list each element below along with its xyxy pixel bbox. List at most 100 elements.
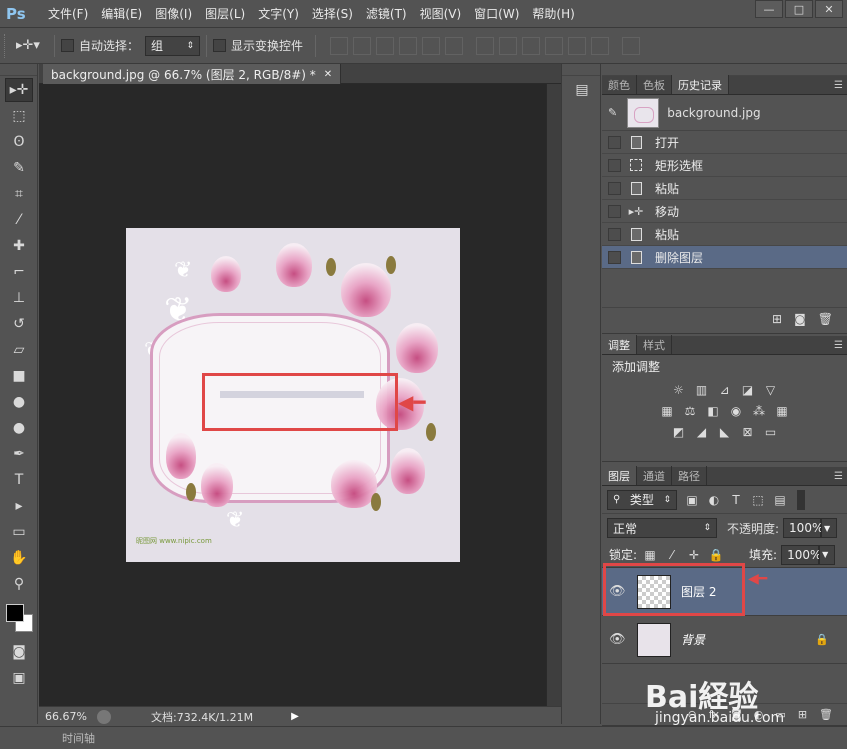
zoom-tool-icon[interactable]: ⚲: [5, 572, 33, 596]
align-left-icon[interactable]: [399, 36, 418, 55]
properties-panel-icon[interactable]: ▤: [569, 82, 595, 104]
clone-stamp-tool-icon[interactable]: ⊥: [5, 286, 33, 310]
restore-button[interactable]: □: [785, 0, 813, 18]
invert-icon[interactable]: ◩: [670, 423, 687, 440]
menu-image[interactable]: 图像(I): [155, 5, 192, 22]
panel-menu-icon[interactable]: ☰: [834, 471, 843, 482]
lock-image-icon[interactable]: ⁄: [665, 548, 679, 562]
tab-paths[interactable]: 路径: [672, 466, 707, 485]
history-step[interactable]: ▸✛ 移动: [602, 200, 847, 223]
tab-styles[interactable]: 样式: [637, 335, 672, 354]
threshold-icon[interactable]: ◣: [716, 423, 733, 440]
levels-icon[interactable]: ▥: [693, 381, 710, 398]
rectangle-tool-icon[interactable]: ▭: [5, 520, 33, 544]
history-brush-tool-icon[interactable]: ↺: [5, 312, 33, 336]
tab-history[interactable]: 历史记录: [672, 75, 729, 94]
hue-saturation-icon[interactable]: ▦: [659, 402, 676, 419]
screen-mode-icon[interactable]: ▣: [5, 666, 33, 690]
fill-dropdown[interactable]: ▼: [819, 544, 836, 565]
new-document-from-state-icon[interactable]: ⊞: [772, 312, 782, 326]
color-lookup-icon[interactable]: ▦: [774, 402, 791, 419]
filter-pixel-icon[interactable]: ▣: [685, 493, 699, 507]
history-brush-checkbox[interactable]: [608, 181, 621, 195]
vertical-scrollbar[interactable]: [546, 84, 561, 706]
history-brush-checkbox[interactable]: [608, 250, 621, 264]
show-transform-checkbox[interactable]: [213, 39, 227, 52]
visibility-eye-icon[interactable]: 👁: [609, 632, 629, 647]
fill-input[interactable]: 100%: [781, 544, 821, 565]
quick-mask-icon[interactable]: ◙: [5, 640, 33, 664]
close-button[interactable]: ✕: [815, 0, 843, 18]
tab-swatches[interactable]: 色板: [637, 75, 672, 94]
dodge-tool-icon[interactable]: ●: [5, 416, 33, 440]
align-right-icon[interactable]: [445, 36, 464, 55]
document-tab[interactable]: background.jpg @ 66.7% (图层 2, RGB/8#) * …: [43, 64, 342, 84]
lock-all-icon[interactable]: 🔒: [709, 548, 724, 562]
move-tool-icon[interactable]: ▸✛: [5, 78, 33, 102]
black-white-icon[interactable]: ◧: [705, 402, 722, 419]
channel-mixer-icon[interactable]: ⁂: [751, 402, 768, 419]
history-step[interactable]: 矩形选框: [602, 154, 847, 177]
distribute-top-icon[interactable]: [476, 36, 495, 55]
filter-toggle[interactable]: [797, 489, 805, 510]
blur-tool-icon[interactable]: ●: [5, 390, 33, 414]
menu-file[interactable]: 文件(F): [48, 5, 88, 22]
menu-window[interactable]: 窗口(W): [474, 5, 519, 22]
color-balance-icon[interactable]: ⚖: [682, 402, 699, 419]
foreground-color-swatch[interactable]: [6, 604, 24, 622]
auto-select-checkbox[interactable]: [61, 39, 74, 52]
history-brush-checkbox[interactable]: [608, 227, 621, 241]
tools-panel-header[interactable]: [0, 64, 37, 76]
new-layer-icon[interactable]: ⊞: [798, 708, 807, 721]
align-top-icon[interactable]: [330, 36, 349, 55]
path-select-tool-icon[interactable]: ▸: [5, 494, 33, 518]
quick-select-tool-icon[interactable]: ✎: [5, 156, 33, 180]
history-brush-checkbox[interactable]: [608, 158, 621, 172]
auto-align-icon[interactable]: [622, 36, 641, 55]
hand-tool-icon[interactable]: ✋: [5, 546, 33, 570]
lasso-tool-icon[interactable]: ʘ: [5, 130, 33, 154]
eyedropper-tool-icon[interactable]: ⁄: [5, 208, 33, 232]
delete-icon[interactable]: 🗑: [818, 312, 833, 326]
opacity-input[interactable]: 100%: [783, 518, 823, 538]
new-snapshot-icon[interactable]: ◙: [794, 312, 806, 326]
filter-shape-icon[interactable]: ⬚: [751, 493, 765, 507]
lock-position-icon[interactable]: ✛: [687, 548, 701, 562]
filter-type-icon[interactable]: T: [729, 493, 743, 507]
brightness-contrast-icon[interactable]: ☼: [670, 381, 687, 398]
healing-brush-tool-icon[interactable]: ✚: [5, 234, 33, 258]
panel-menu-icon[interactable]: ☰: [834, 340, 843, 351]
move-tool-preset-icon[interactable]: ▸✛▾: [8, 35, 48, 57]
status-menu-arrow-icon[interactable]: ▶: [291, 711, 299, 722]
tab-close-icon[interactable]: ✕: [324, 69, 332, 80]
opacity-dropdown[interactable]: ▼: [821, 518, 838, 538]
collapsed-panel-header[interactable]: [562, 64, 600, 76]
tab-adjustments[interactable]: 调整: [602, 335, 637, 354]
minimize-button[interactable]: —: [755, 0, 783, 18]
menu-edit[interactable]: 编辑(E): [101, 5, 142, 22]
distribute-bottom-icon[interactable]: [522, 36, 541, 55]
history-brush-source-icon[interactable]: ✎: [608, 106, 617, 119]
auto-select-dropdown[interactable]: 组 ⇕: [145, 35, 201, 56]
gradient-map-icon[interactable]: ▭: [762, 423, 779, 440]
crop-tool-icon[interactable]: ⌗: [5, 182, 33, 206]
history-step-selected[interactable]: 删除图层: [602, 246, 847, 269]
menu-view[interactable]: 视图(V): [420, 5, 462, 22]
filter-adjustment-icon[interactable]: ◐: [707, 493, 721, 507]
vibrance-icon[interactable]: ▽: [762, 381, 779, 398]
brush-tool-icon[interactable]: ⌐: [5, 260, 33, 284]
zoom-level[interactable]: 66.67%: [45, 710, 97, 723]
history-step[interactable]: 粘贴: [602, 223, 847, 246]
eraser-tool-icon[interactable]: ▱: [5, 338, 33, 362]
menu-filter[interactable]: 滤镜(T): [366, 5, 407, 22]
distribute-right-icon[interactable]: [591, 36, 610, 55]
timeline-label[interactable]: 时间轴: [62, 730, 95, 746]
history-step[interactable]: 打开: [602, 131, 847, 154]
tab-color[interactable]: 颜色: [602, 75, 637, 94]
panel-menu-icon[interactable]: ☰: [834, 80, 843, 91]
distribute-vcenter-icon[interactable]: [499, 36, 518, 55]
blend-mode-dropdown[interactable]: 正常 ⇕: [607, 518, 717, 538]
history-brush-checkbox[interactable]: [608, 135, 621, 149]
marquee-tool-icon[interactable]: ⬚: [5, 104, 33, 128]
layer-filter-dropdown[interactable]: ⚲ 类型 ⇕: [607, 489, 677, 510]
